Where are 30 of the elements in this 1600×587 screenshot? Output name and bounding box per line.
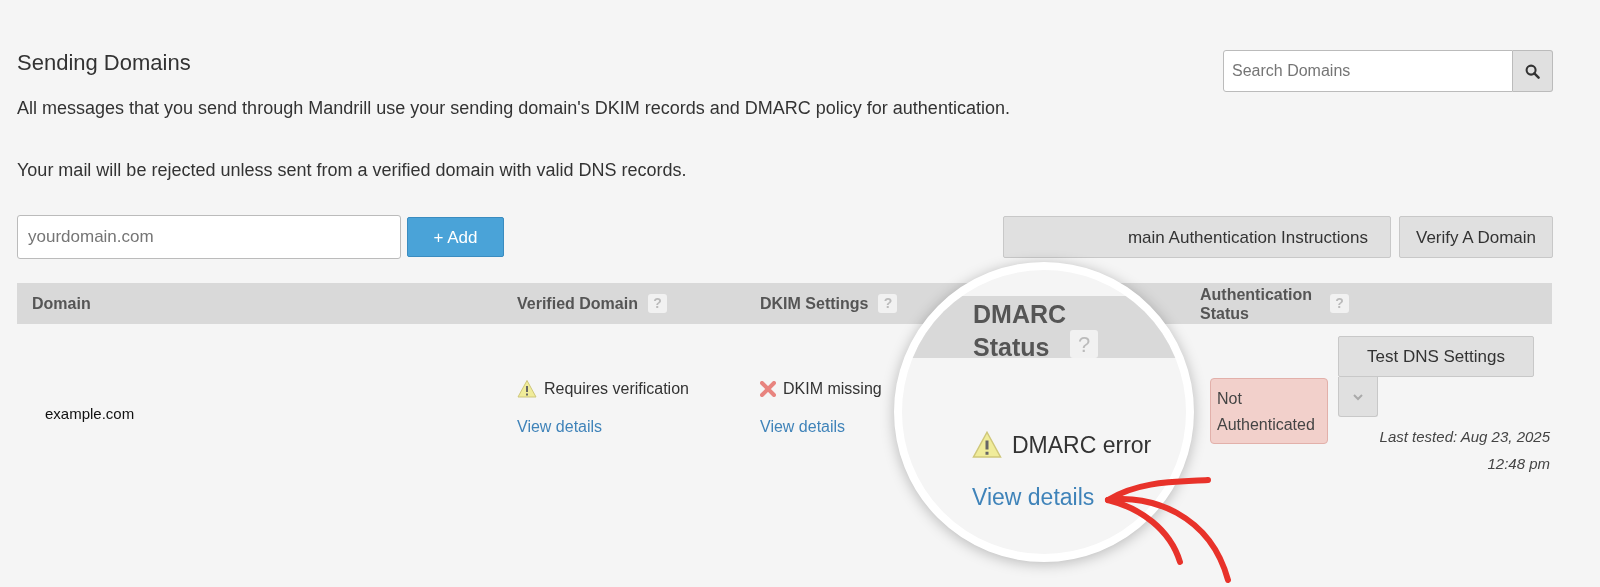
status-text: Requires verification (544, 379, 689, 400)
cross-icon (760, 381, 776, 398)
column-header: Authentication Status (1200, 284, 1313, 323)
details-link[interactable]: View details (517, 415, 603, 440)
status-text: DMARC error (1012, 431, 1152, 460)
domain-name: example.com (44, 404, 136, 425)
last-tested-text: 12:48 pm (1486, 454, 1550, 475)
warning-icon (517, 379, 537, 400)
search-button[interactable] (1513, 50, 1553, 92)
page-title: Sending Domains (17, 50, 191, 77)
domain-field[interactable]: yourdomain.com (17, 215, 401, 260)
details-link[interactable]: View details (972, 480, 1095, 515)
action-button[interactable]: main Authentication Instructions (1003, 216, 1391, 259)
intro-text: All messages that you send through Mandrill use your sending domain's DKIM records and DMARC policy for authentication. (17, 97, 1011, 121)
action-button[interactable]: Verify A Domain (1399, 216, 1553, 259)
column-header: DMARC Status (973, 299, 1068, 363)
add-button[interactable]: + Add (407, 217, 504, 258)
search-icon (1525, 63, 1540, 79)
test-button[interactable]: Test DNS Settings (1338, 336, 1534, 378)
last-tested-text: Last tested: Aug 23, 2025 (1379, 427, 1550, 448)
column-header: DKIM Settings (760, 294, 869, 314)
status-text: DKIM missing (783, 379, 882, 400)
search-field[interactable]: Search Domains (1223, 50, 1513, 92)
intro-text: Your mail will be rejected unless sent from a verified domain with valid DNS records. (17, 159, 688, 183)
column-header: Domain (32, 294, 91, 314)
status-badge: Not Authenticated (1210, 378, 1328, 445)
details-link[interactable]: View details (760, 415, 846, 440)
warning-icon (972, 430, 1002, 461)
column-header: Verified Domain (517, 294, 638, 314)
caret-icon (1352, 392, 1364, 401)
